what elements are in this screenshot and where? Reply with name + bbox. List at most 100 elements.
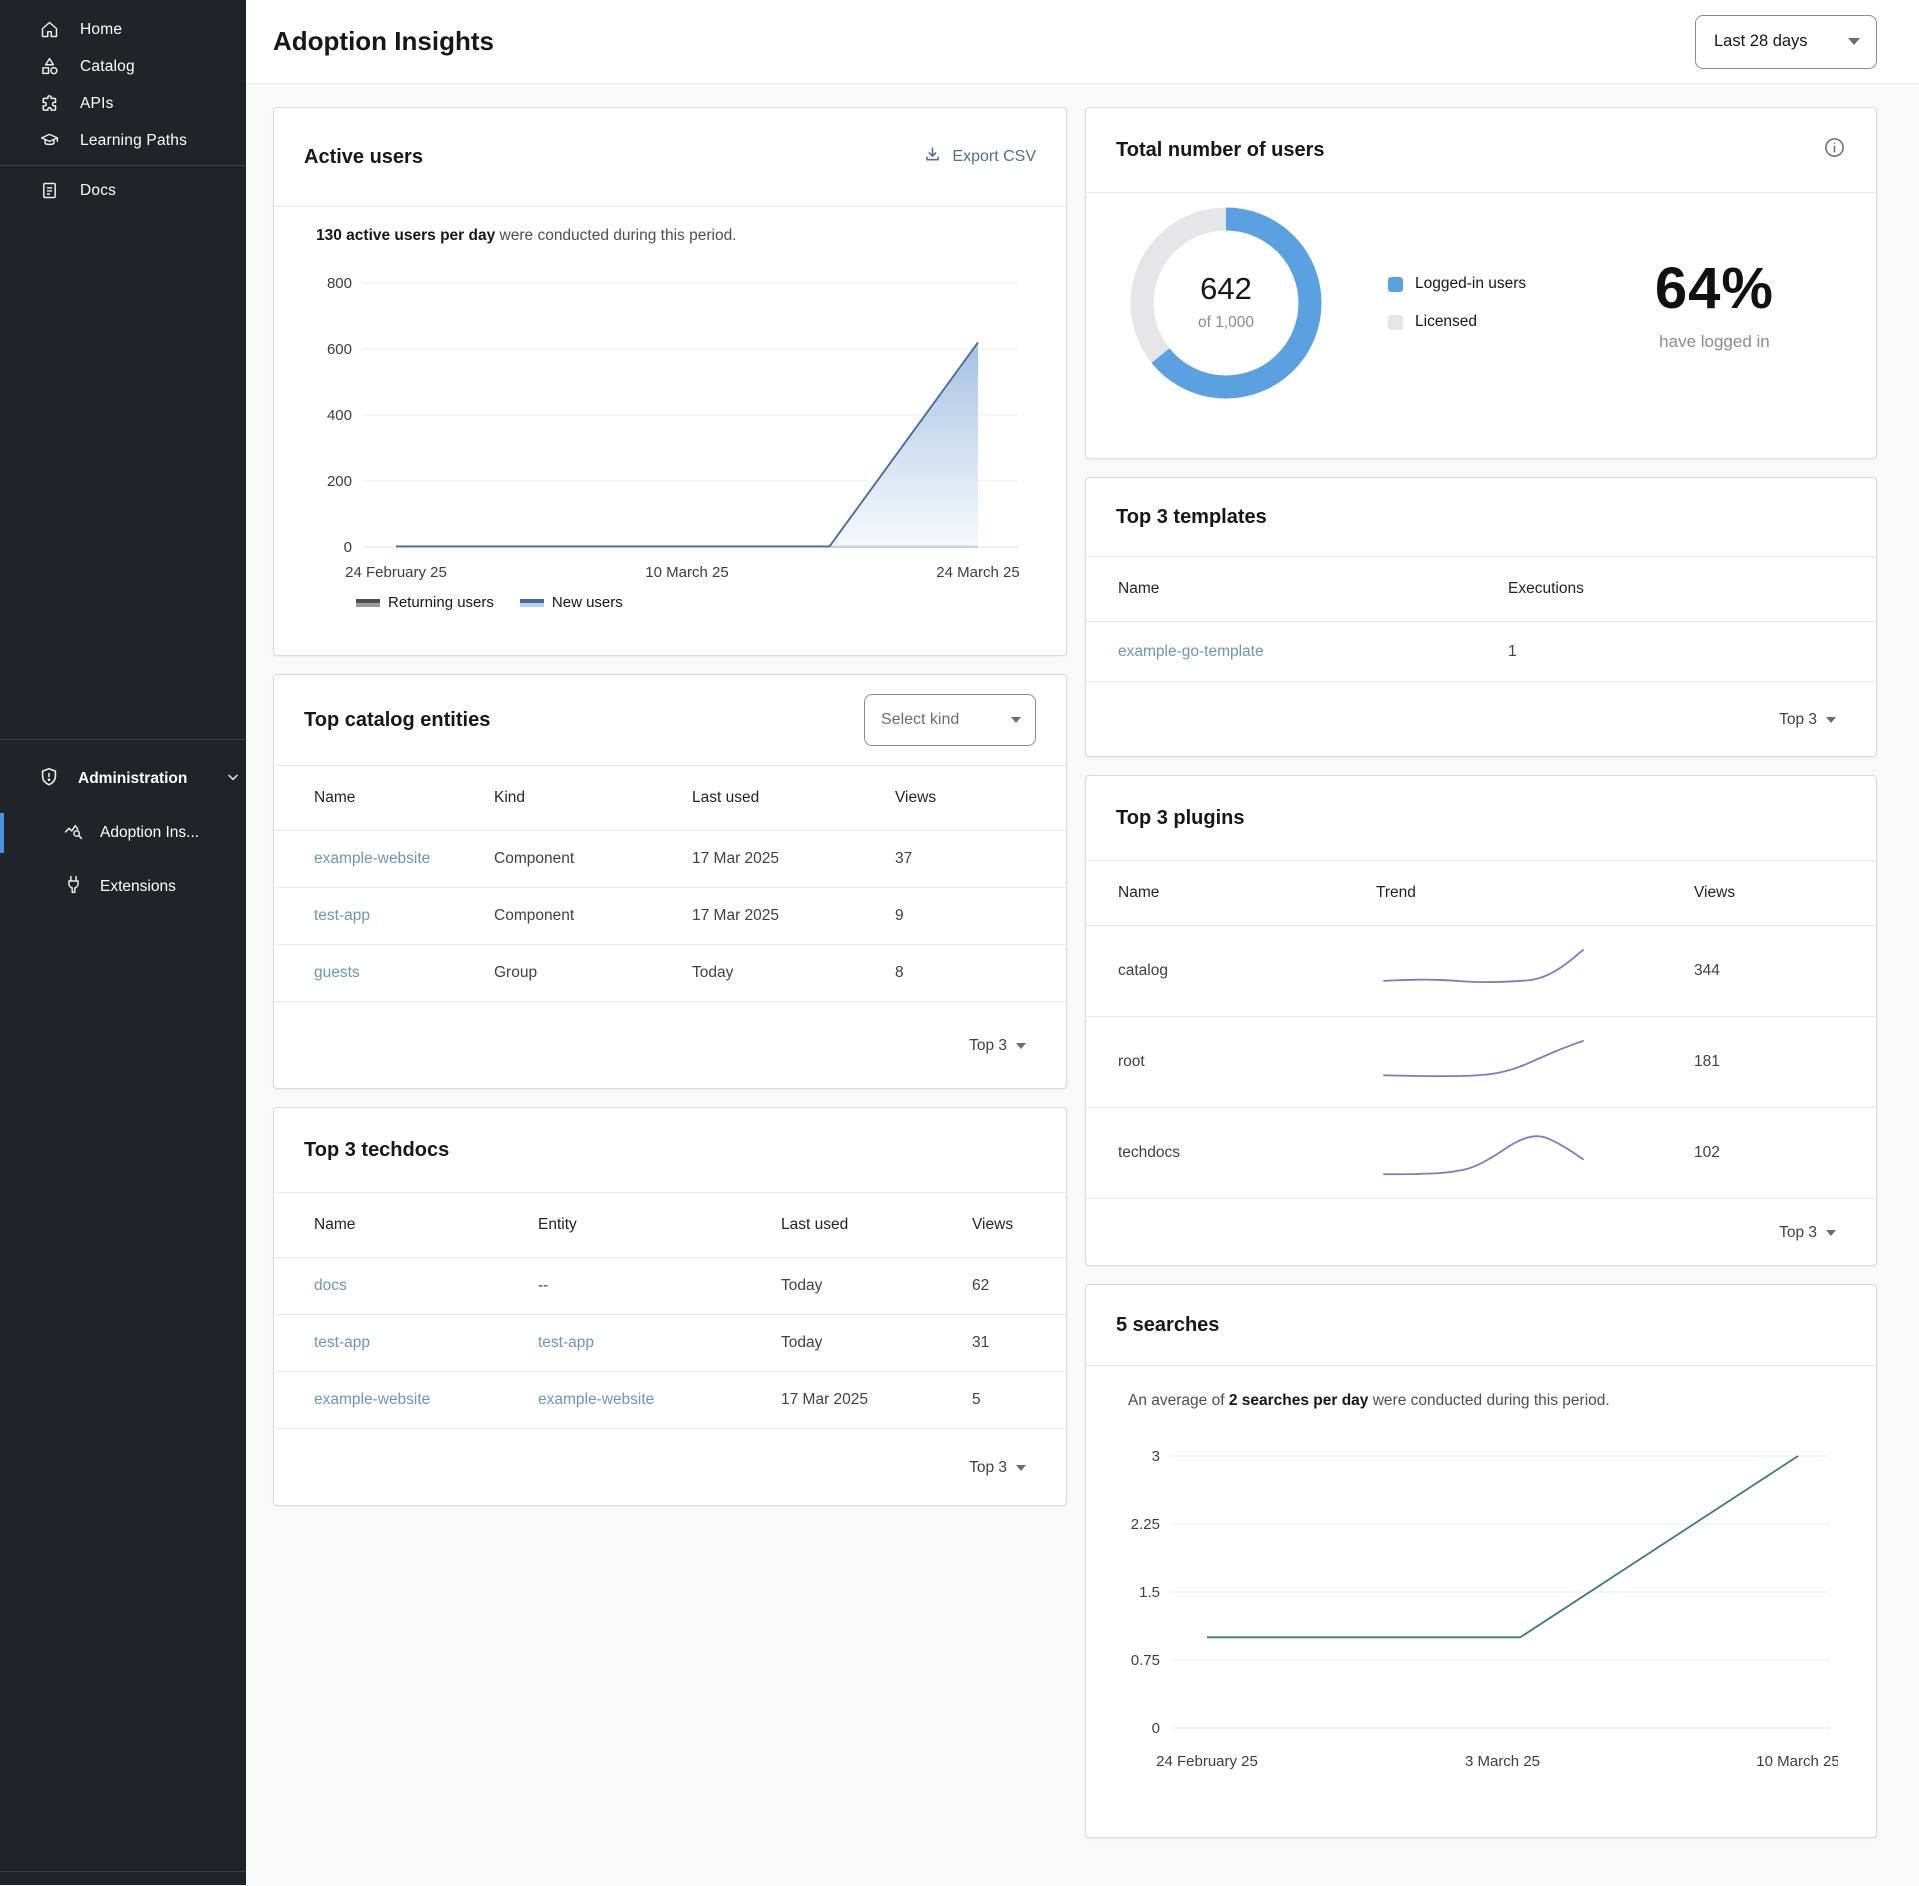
- adoption-insights-icon: [63, 820, 84, 846]
- template-link[interactable]: example-go-template: [1118, 643, 1508, 661]
- sidebar-item-label: Administration: [78, 770, 187, 788]
- card-footer: Top 3: [274, 1428, 1066, 1506]
- table-header: NameKindLast usedViews: [274, 766, 1066, 830]
- sidebar-item-label: Catalog: [80, 58, 135, 76]
- card-title: Top 3 techdocs: [304, 1139, 449, 1162]
- searches-card: 5 searches An average of 2 searches per …: [1085, 1284, 1877, 1838]
- sidebar-primary-nav: Home Catalog APIs Learning Paths: [0, 0, 246, 159]
- table-row: docs --Today62: [274, 1257, 1066, 1314]
- active-users-summary: 130 active users per day were conducted …: [314, 227, 1026, 245]
- page-title: Adoption Insights: [273, 26, 494, 57]
- entity-link[interactable]: test-app: [314, 907, 494, 925]
- techdoc-link[interactable]: example-website: [314, 1391, 538, 1409]
- info-icon[interactable]: [1823, 136, 1846, 164]
- logged-in-percent: 64% have logged in: [1655, 255, 1774, 352]
- svg-text:0: 0: [1152, 1720, 1160, 1737]
- entity-link[interactable]: example-website: [314, 850, 494, 868]
- card-title: Top 3 plugins: [1116, 807, 1245, 830]
- right-column: Total number of users 642 of 1,000: [1085, 107, 1877, 1856]
- techdoc-link[interactable]: docs: [314, 1277, 538, 1295]
- card-title: Active users: [304, 146, 423, 169]
- sidebar-item-label: Extensions: [100, 878, 176, 896]
- sidebar-item-label: Adoption Ins...: [100, 824, 199, 842]
- table-header: NameEntityLast usedViews: [274, 1193, 1066, 1257]
- learning-paths-icon: [38, 130, 60, 152]
- active-users-legend: Returning users New users: [314, 590, 1026, 611]
- top3-pagination-select[interactable]: Top 3: [1779, 1224, 1836, 1242]
- svg-text:200: 200: [327, 473, 352, 490]
- plugin-trend-sparkline: [1376, 1122, 1591, 1184]
- techdoc-link[interactable]: test-app: [314, 1334, 538, 1352]
- legend-item-licensed: Licensed: [1388, 313, 1526, 331]
- sidebar-item-administration[interactable]: Administration: [0, 752, 246, 806]
- card-title: 5 searches: [1116, 1314, 1219, 1337]
- table-row: example-website Component17 Mar 202537: [274, 830, 1066, 887]
- svg-text:3 March 25: 3 March 25: [1465, 1753, 1540, 1770]
- active-users-chart: 020040060080024 February 2510 March 2524…: [314, 263, 1028, 585]
- dropdown-caret-icon: [1016, 1465, 1026, 1471]
- chevron-down-icon: [225, 769, 241, 790]
- top3-pagination-select[interactable]: Top 3: [1779, 711, 1836, 729]
- dropdown-caret-icon: [1011, 717, 1021, 723]
- sidebar-item-catalog[interactable]: Catalog: [0, 48, 246, 85]
- home-icon: [38, 19, 60, 41]
- legend-item-logged-in: Logged-in users: [1388, 275, 1526, 293]
- svg-text:10 March 25: 10 March 25: [1756, 1753, 1838, 1770]
- apis-icon: [38, 93, 60, 115]
- date-range-select[interactable]: Last 28 days: [1695, 15, 1877, 69]
- dropdown-caret-icon: [1016, 1043, 1026, 1049]
- svg-text:2.25: 2.25: [1131, 1516, 1160, 1533]
- table-row: guests GroupToday8: [274, 944, 1066, 1001]
- table-row: test-app test-app Today31: [274, 1314, 1066, 1371]
- entity-link[interactable]: guests: [314, 964, 494, 982]
- plugin-trend-sparkline: [1376, 940, 1591, 1002]
- sidebar-item-label: Learning Paths: [80, 132, 187, 150]
- entity-link[interactable]: example-website: [538, 1391, 781, 1409]
- svg-text:1.5: 1.5: [1139, 1584, 1160, 1601]
- svg-text:800: 800: [327, 275, 352, 292]
- top3-pagination-select[interactable]: Top 3: [969, 1037, 1026, 1055]
- logged-in-users-donut-chart: 642 of 1,000: [1130, 207, 1322, 399]
- sidebar-item-home[interactable]: Home: [0, 11, 246, 48]
- svg-text:3: 3: [1152, 1448, 1160, 1465]
- table-row: test-app Component17 Mar 20259: [274, 887, 1066, 944]
- export-csv-label: Export CSV: [952, 148, 1036, 166]
- sidebar-item-docs[interactable]: Docs: [0, 172, 246, 209]
- left-column: Active users Export CSV 130 active users…: [273, 107, 1067, 1856]
- legend-item-new-users: New users: [520, 594, 623, 611]
- sidebar-item-label: Home: [80, 21, 122, 39]
- svg-text:0.75: 0.75: [1131, 1652, 1160, 1669]
- table-row: techdocs 102: [1086, 1107, 1876, 1198]
- adoption-insights-page: Home Catalog APIs Learning Paths: [0, 0, 1919, 1885]
- card-title: Total number of users: [1116, 139, 1325, 162]
- card-title: Top catalog entities: [304, 709, 490, 732]
- table-row: root 181: [1086, 1016, 1876, 1107]
- sidebar-item-learning-paths[interactable]: Learning Paths: [0, 122, 246, 159]
- extensions-plug-icon: [63, 874, 84, 900]
- active-users-chart-area: 130 active users per day were conducted …: [274, 207, 1066, 611]
- dashboard-content: Active users Export CSV 130 active users…: [246, 84, 1919, 1886]
- svg-text:0: 0: [344, 539, 352, 556]
- svg-text:24 February 25: 24 February 25: [1156, 1753, 1258, 1770]
- svg-text:of 1,000: of 1,000: [1198, 314, 1254, 331]
- sidebar-item-extensions[interactable]: Extensions: [0, 860, 246, 914]
- table-header: NameTrendViews: [1086, 861, 1876, 925]
- administration-shield-icon: [38, 766, 60, 793]
- sidebar-divider: [0, 165, 246, 166]
- catalog-icon: [38, 56, 60, 78]
- active-users-card: Active users Export CSV 130 active users…: [273, 107, 1067, 656]
- select-kind-value: Select kind: [881, 711, 959, 729]
- sidebar-item-adoption-insights[interactable]: Adoption Ins...: [0, 806, 246, 860]
- card-footer: Top 3: [1086, 681, 1876, 757]
- legend-item-returning-users: Returning users: [356, 594, 494, 611]
- total-users-body: 642 of 1,000 Logged-in users Licensed: [1086, 193, 1876, 399]
- top3-pagination-select[interactable]: Top 3: [969, 1459, 1026, 1477]
- select-kind-dropdown[interactable]: Select kind: [864, 694, 1036, 746]
- export-csv-button[interactable]: Export CSV: [923, 145, 1036, 169]
- sidebar-item-apis[interactable]: APIs: [0, 85, 246, 122]
- entity-link[interactable]: test-app: [538, 1334, 781, 1352]
- searches-chart: 0 0.75 1.5 2.25 3 24 February 25 3 March 25 10 …: [1126, 1426, 1838, 1778]
- card-title: Top 3 templates: [1116, 506, 1267, 529]
- legend-swatch: [356, 599, 380, 607]
- sidebar-item-label: Docs: [80, 182, 116, 200]
